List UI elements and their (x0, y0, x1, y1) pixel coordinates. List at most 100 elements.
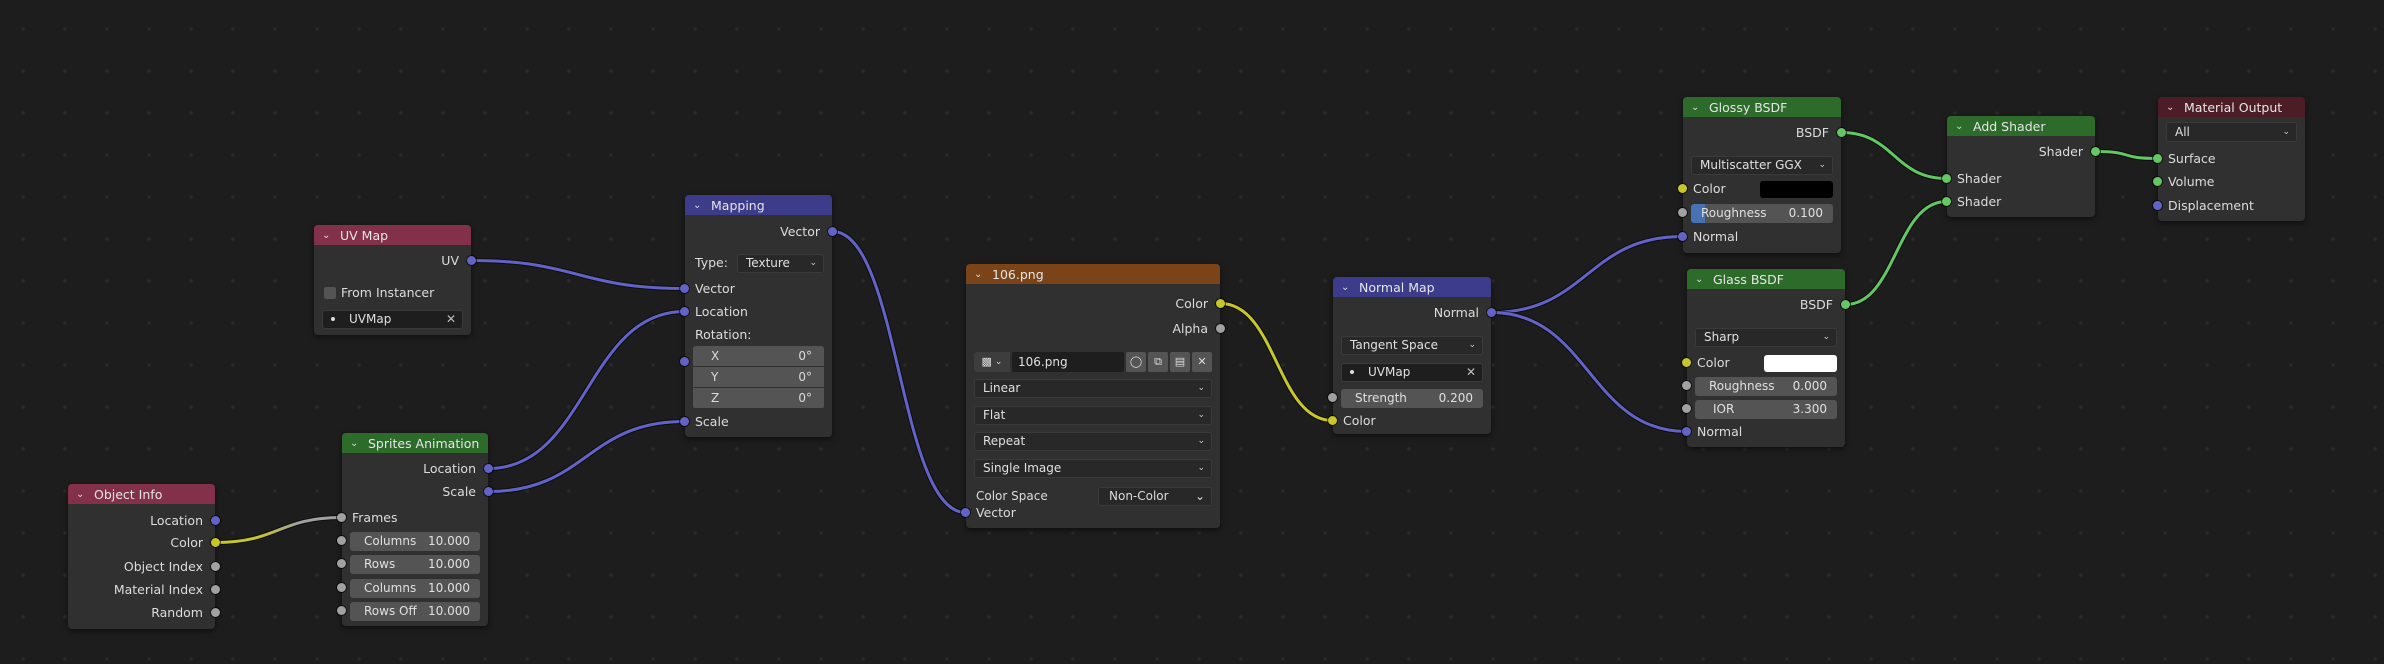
vector-socket-icon[interactable] (484, 464, 493, 473)
color-socket-icon[interactable] (1328, 416, 1337, 425)
node-link[interactable] (1845, 200, 1947, 306)
collapse-chevron-icon[interactable]: ⌄ (1341, 282, 1355, 293)
node-link[interactable] (215, 516, 342, 544)
node-link[interactable] (488, 420, 685, 493)
target-dropdown[interactable]: All ⌄ (2166, 121, 2297, 142)
value-socket-icon[interactable] (1328, 393, 1337, 402)
vector-socket-icon[interactable] (680, 357, 689, 366)
node-link[interactable] (832, 230, 966, 514)
value-socket-icon[interactable] (337, 606, 346, 615)
vector-socket-icon[interactable] (680, 307, 689, 316)
node-header[interactable]: ⌄ 106.png (966, 264, 1220, 284)
open-image-button[interactable]: ▤ (1170, 352, 1190, 372)
rotation-z-field[interactable]: Z 0° (693, 388, 824, 408)
unlink-image-button[interactable]: ✕ (1192, 352, 1212, 372)
node-header[interactable]: ⌄ Mapping (685, 195, 832, 215)
node-header[interactable]: ⌄ Glossy BSDF (1683, 97, 1841, 117)
shader-socket-icon[interactable] (2153, 154, 2162, 163)
node-header[interactable]: ⌄ Sprites Animation (342, 433, 488, 453)
collapse-chevron-icon[interactable]: ⌄ (1955, 121, 1969, 132)
vector-socket-icon[interactable] (680, 417, 689, 426)
color-swatch[interactable] (1764, 354, 1837, 372)
value-socket-icon[interactable] (1216, 324, 1225, 333)
collapse-chevron-icon[interactable]: ⌄ (2166, 102, 2180, 113)
fake-user-button[interactable]: ◯ (1126, 352, 1146, 372)
node-glossy-bsdf[interactable]: ⌄ Glossy BSDF BSDF Multiscatter GGX ⌄ Col… (1678, 97, 1846, 253)
vector-socket-icon[interactable] (1487, 308, 1496, 317)
value-socket-icon[interactable] (211, 608, 220, 617)
image-name-field[interactable]: 106.png (1012, 352, 1124, 372)
node-header[interactable]: ⌄ Add Shader (1947, 116, 2095, 136)
ior-field[interactable]: IOR 3.300 (1695, 399, 1837, 419)
value-socket-icon[interactable] (1682, 381, 1691, 390)
strength-field[interactable]: Strength 0.200 (1341, 388, 1483, 408)
value-socket-icon[interactable] (337, 559, 346, 568)
source-dropdown[interactable]: Single Image ⌄ (974, 458, 1212, 478)
columns-field[interactable]: Columns 10.000 (350, 531, 480, 551)
rotation-x-field[interactable]: X 0° (693, 346, 824, 366)
node-link[interactable] (488, 310, 685, 470)
duplicate-image-button[interactable]: ⧉ (1148, 352, 1168, 372)
vector-socket-icon[interactable] (211, 516, 220, 525)
space-dropdown[interactable]: Tangent Space ⌄ (1341, 335, 1483, 355)
columns-offset-field[interactable]: Columns 10.000 (350, 578, 480, 598)
node-header[interactable]: ⌄ Material Output (2158, 97, 2305, 117)
color-swatch[interactable] (1760, 180, 1833, 198)
roughness-field[interactable]: Roughness 0.000 (1695, 376, 1837, 396)
distribution-dropdown[interactable]: Sharp ⌄ (1695, 327, 1837, 347)
shader-socket-icon[interactable] (1942, 197, 1951, 206)
extension-dropdown[interactable]: Repeat ⌄ (974, 431, 1212, 451)
rows-offset-field[interactable]: Rows Off 10.000 (350, 601, 480, 621)
shader-socket-icon[interactable] (1837, 128, 1846, 137)
value-socket-icon[interactable] (337, 536, 346, 545)
shader-socket-icon[interactable] (1942, 174, 1951, 183)
node-object-info[interactable]: ⌄ Object Info Location Color Object Inde… (68, 484, 220, 629)
node-link[interactable] (1220, 302, 1333, 422)
clear-icon[interactable]: ✕ (1466, 362, 1476, 382)
node-uv-map[interactable]: ⌄ UV Map UV From Instancer UVMap ✕ (314, 225, 476, 335)
color-socket-icon[interactable] (1678, 184, 1687, 193)
uv-map-field[interactable]: UVMap ✕ (322, 309, 463, 329)
projection-dropdown[interactable]: Flat ⌄ (974, 405, 1212, 425)
collapse-chevron-icon[interactable]: ⌄ (1691, 102, 1705, 113)
image-browse-button[interactable]: ▩ ⌄ (974, 352, 1010, 372)
shader-socket-icon[interactable] (2091, 147, 2100, 156)
collapse-chevron-icon[interactable]: ⌄ (76, 489, 90, 500)
vector-socket-icon[interactable] (2153, 201, 2162, 210)
node-mapping[interactable]: ⌄ Mapping Vector Type: Texture ⌄ Vector L… (680, 195, 837, 437)
node-header[interactable]: ⌄ UV Map (314, 225, 471, 245)
type-dropdown[interactable]: Texture ⌄ (737, 253, 824, 273)
roughness-slider[interactable]: Roughness 0.100 (1691, 203, 1833, 223)
rotation-y-field[interactable]: Y 0° (693, 367, 824, 387)
color-socket-icon[interactable] (1216, 299, 1225, 308)
collapse-chevron-icon[interactable]: ⌄ (693, 200, 707, 211)
node-link[interactable] (471, 259, 685, 290)
node-link[interactable] (1491, 311, 1687, 433)
distribution-dropdown[interactable]: Multiscatter GGX ⌄ (1691, 155, 1833, 175)
vector-socket-icon[interactable] (484, 487, 493, 496)
vector-socket-icon[interactable] (961, 508, 970, 517)
node-image-texture[interactable]: ⌄ 106.png Color Alpha ▩ ⌄ 106.png ◯ ⧉ ▤ ✕… (961, 264, 1225, 528)
node-header[interactable]: ⌄ Object Info (68, 484, 215, 504)
shader-socket-icon[interactable] (1841, 300, 1850, 309)
vector-socket-icon[interactable] (1682, 427, 1691, 436)
node-link[interactable] (1491, 235, 1683, 314)
node-normal-map[interactable]: ⌄ Normal Map Normal Tangent Space ⌄ UVMap… (1328, 277, 1496, 434)
node-header[interactable]: ⌄ Normal Map (1333, 277, 1491, 297)
clear-icon[interactable]: ✕ (446, 309, 456, 329)
interpolation-dropdown[interactable]: Linear ⌄ (974, 378, 1212, 398)
node-glass-bsdf[interactable]: ⌄ Glass BSDF BSDF Sharp ⌄ Color Roughness… (1682, 269, 1850, 447)
value-socket-icon[interactable] (211, 585, 220, 594)
rows-field[interactable]: Rows 10.000 (350, 554, 480, 574)
collapse-chevron-icon[interactable]: ⌄ (1695, 274, 1709, 285)
shader-socket-icon[interactable] (2153, 177, 2162, 186)
collapse-chevron-icon[interactable]: ⌄ (974, 269, 988, 280)
vector-socket-icon[interactable] (1678, 232, 1687, 241)
collapse-chevron-icon[interactable]: ⌄ (350, 438, 364, 449)
color-socket-icon[interactable] (1682, 358, 1691, 367)
color-socket-icon[interactable] (211, 538, 220, 547)
vector-socket-icon[interactable] (828, 227, 837, 236)
collapse-chevron-icon[interactable]: ⌄ (322, 230, 336, 241)
vector-socket-icon[interactable] (680, 284, 689, 293)
node-add-shader[interactable]: ⌄ Add Shader Shader Shader Shader (1942, 116, 2100, 217)
